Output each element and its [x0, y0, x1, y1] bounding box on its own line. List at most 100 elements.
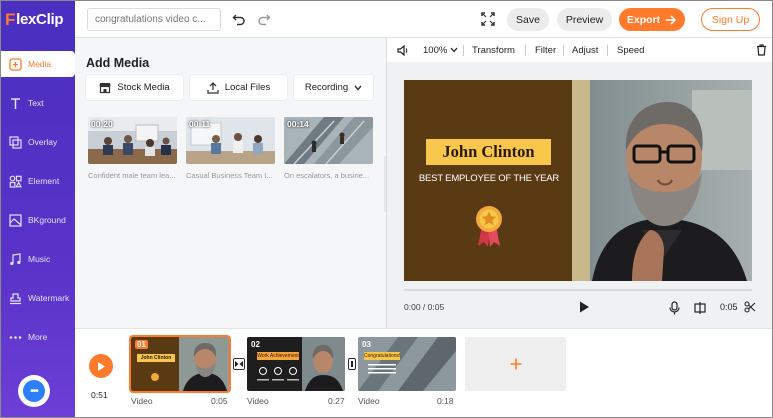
- text-icon: [8, 96, 22, 110]
- recording-dropdown[interactable]: Recording: [294, 75, 373, 100]
- sidebar-item-label: Music: [28, 254, 51, 264]
- chevron-down-icon: [354, 85, 362, 91]
- thumbnail-caption: Casual Business Team I...: [186, 171, 273, 180]
- element-icon: [8, 174, 22, 188]
- chat-support-button[interactable]: •••: [18, 375, 50, 407]
- media-thumbnail[interactable]: 00:11: [186, 117, 275, 164]
- sidebar-item-element[interactable]: Element: [1, 168, 75, 194]
- redo-icon[interactable]: [255, 10, 273, 28]
- divider: [525, 45, 526, 56]
- fullscreen-icon[interactable]: [480, 11, 496, 27]
- clip-title-text: Work Achievement: [257, 353, 299, 359]
- sidebar-item-more[interactable]: More: [1, 324, 75, 350]
- clip-title-text: Congratulations!: [364, 353, 401, 359]
- volume-icon[interactable]: [397, 45, 409, 56]
- clip-number: 02: [251, 340, 260, 349]
- clip-type-label: Video: [358, 396, 380, 406]
- undo-icon[interactable]: [230, 10, 248, 28]
- sidebar-item-bkground[interactable]: BKground: [1, 207, 75, 233]
- sidebar-item-label: BKground: [28, 215, 66, 225]
- scissors-icon[interactable]: [744, 301, 756, 313]
- sidebar-item-text[interactable]: Text: [1, 90, 75, 116]
- adjust-button[interactable]: Adjust: [572, 45, 598, 56]
- signup-button[interactable]: Sign Up: [701, 8, 760, 31]
- music-icon: [8, 252, 22, 266]
- sidebar-item-media[interactable]: Media: [1, 51, 75, 77]
- export-button[interactable]: Export: [619, 8, 685, 31]
- thumbnail-caption: Confident male team lea...: [88, 171, 176, 180]
- total-duration: 0:51: [91, 390, 108, 400]
- sidebar-item-label: More: [28, 332, 48, 342]
- aspect-ratio-icon[interactable]: [693, 301, 707, 315]
- preview-button[interactable]: Preview: [557, 8, 612, 31]
- media-thumbnail[interactable]: 00:20: [88, 117, 177, 164]
- clip-duration: 0:18: [437, 396, 454, 406]
- zoom-dropdown[interactable]: 100%: [423, 45, 458, 56]
- sidebar-item-label: Text: [28, 98, 44, 108]
- arrow-right-icon: [666, 14, 677, 25]
- top-bar: FlexClip congratulations video c... Save…: [1, 1, 772, 38]
- medal-icon: [476, 206, 502, 247]
- sidebar-item-label: Watermark: [28, 293, 70, 303]
- clip-type-label: Video: [247, 396, 269, 406]
- timeline-play-button[interactable]: [89, 354, 113, 378]
- subtitle-text[interactable]: BEST EMPLOYEE OF THE YEAR: [414, 173, 564, 184]
- timeline-clip[interactable]: 03 Congratulations!: [358, 337, 456, 391]
- background-icon: [8, 213, 22, 227]
- filter-button[interactable]: Filter: [535, 45, 556, 56]
- timeline-clip[interactable]: 02 Work Achievement: [247, 337, 345, 391]
- divider: [463, 45, 464, 56]
- clip-duration: 0:05: [211, 396, 228, 406]
- sidebar-item-label: Media: [28, 59, 52, 69]
- transition-icon[interactable]: [233, 358, 245, 370]
- divider: [607, 45, 608, 56]
- clip-type-label: Video: [131, 396, 153, 406]
- clip-number: 03: [362, 340, 371, 349]
- add-clip-button[interactable]: [465, 337, 566, 391]
- video-canvas[interactable]: John Clinton BEST EMPLOYEE OF THE YEAR: [404, 80, 752, 281]
- logo-text: lexClip: [16, 11, 64, 28]
- export-label: Export: [626, 13, 661, 26]
- transition-icon[interactable]: [348, 358, 356, 370]
- logo-mark: F: [5, 9, 16, 29]
- preview-panel: 100% Transform Filter Adjust Speed John …: [386, 38, 772, 328]
- clip-duration: 0:27: [328, 396, 345, 406]
- app-window: FlexClip congratulations video c... Save…: [0, 0, 773, 418]
- trash-icon[interactable]: [756, 44, 767, 56]
- project-name-field[interactable]: congratulations video c...: [87, 8, 221, 31]
- speed-button[interactable]: Speed: [617, 45, 644, 56]
- portrait-photo: [572, 80, 752, 281]
- play-icon[interactable]: [577, 300, 591, 314]
- thumbnail-caption: On escalators, a busine...: [284, 171, 370, 180]
- thumbnail-duration: 00:11: [189, 119, 211, 129]
- local-files-label: Local Files: [224, 82, 271, 93]
- transform-button[interactable]: Transform: [472, 45, 515, 56]
- divider: [563, 45, 564, 56]
- local-files-button[interactable]: Local Files: [190, 75, 287, 100]
- clip-time: 0:05: [720, 302, 738, 312]
- flexclip-logo[interactable]: FlexClip: [1, 1, 75, 38]
- thumbnail-duration: 00:14: [287, 119, 309, 129]
- timeline: 0:51 01 John Clinton Video 0:05 02 Work …: [75, 328, 772, 417]
- stock-media-button[interactable]: Stock Media: [86, 75, 183, 100]
- sidebar-item-music[interactable]: Music: [1, 246, 75, 272]
- sidebar-item-label: Element: [28, 176, 60, 186]
- microphone-icon[interactable]: [669, 301, 680, 315]
- sidebar: Media Text Overlay Element BKground Musi…: [1, 38, 75, 417]
- media-icon: [8, 57, 22, 71]
- media-thumbnail[interactable]: 00:14: [284, 117, 373, 164]
- sidebar-item-watermark[interactable]: Watermark: [1, 285, 75, 311]
- chat-icon: •••: [23, 380, 45, 402]
- media-panel: Add Media Stock Media Local Files Record…: [75, 38, 394, 328]
- store-icon: [99, 82, 111, 93]
- chevron-down-icon: [450, 47, 458, 53]
- sidebar-item-overlay[interactable]: Overlay: [1, 129, 75, 155]
- playback-progress-bar[interactable]: [404, 289, 752, 291]
- playback-time: 0:00 / 0:05: [404, 302, 445, 312]
- name-title[interactable]: John Clinton: [426, 139, 551, 165]
- save-button[interactable]: Save: [507, 8, 549, 31]
- clip-title-text: John Clinton: [140, 355, 172, 361]
- overlay-icon: [8, 135, 22, 149]
- sidebar-item-label: Overlay: [28, 137, 58, 147]
- timeline-clip[interactable]: 01 John Clinton: [129, 335, 231, 393]
